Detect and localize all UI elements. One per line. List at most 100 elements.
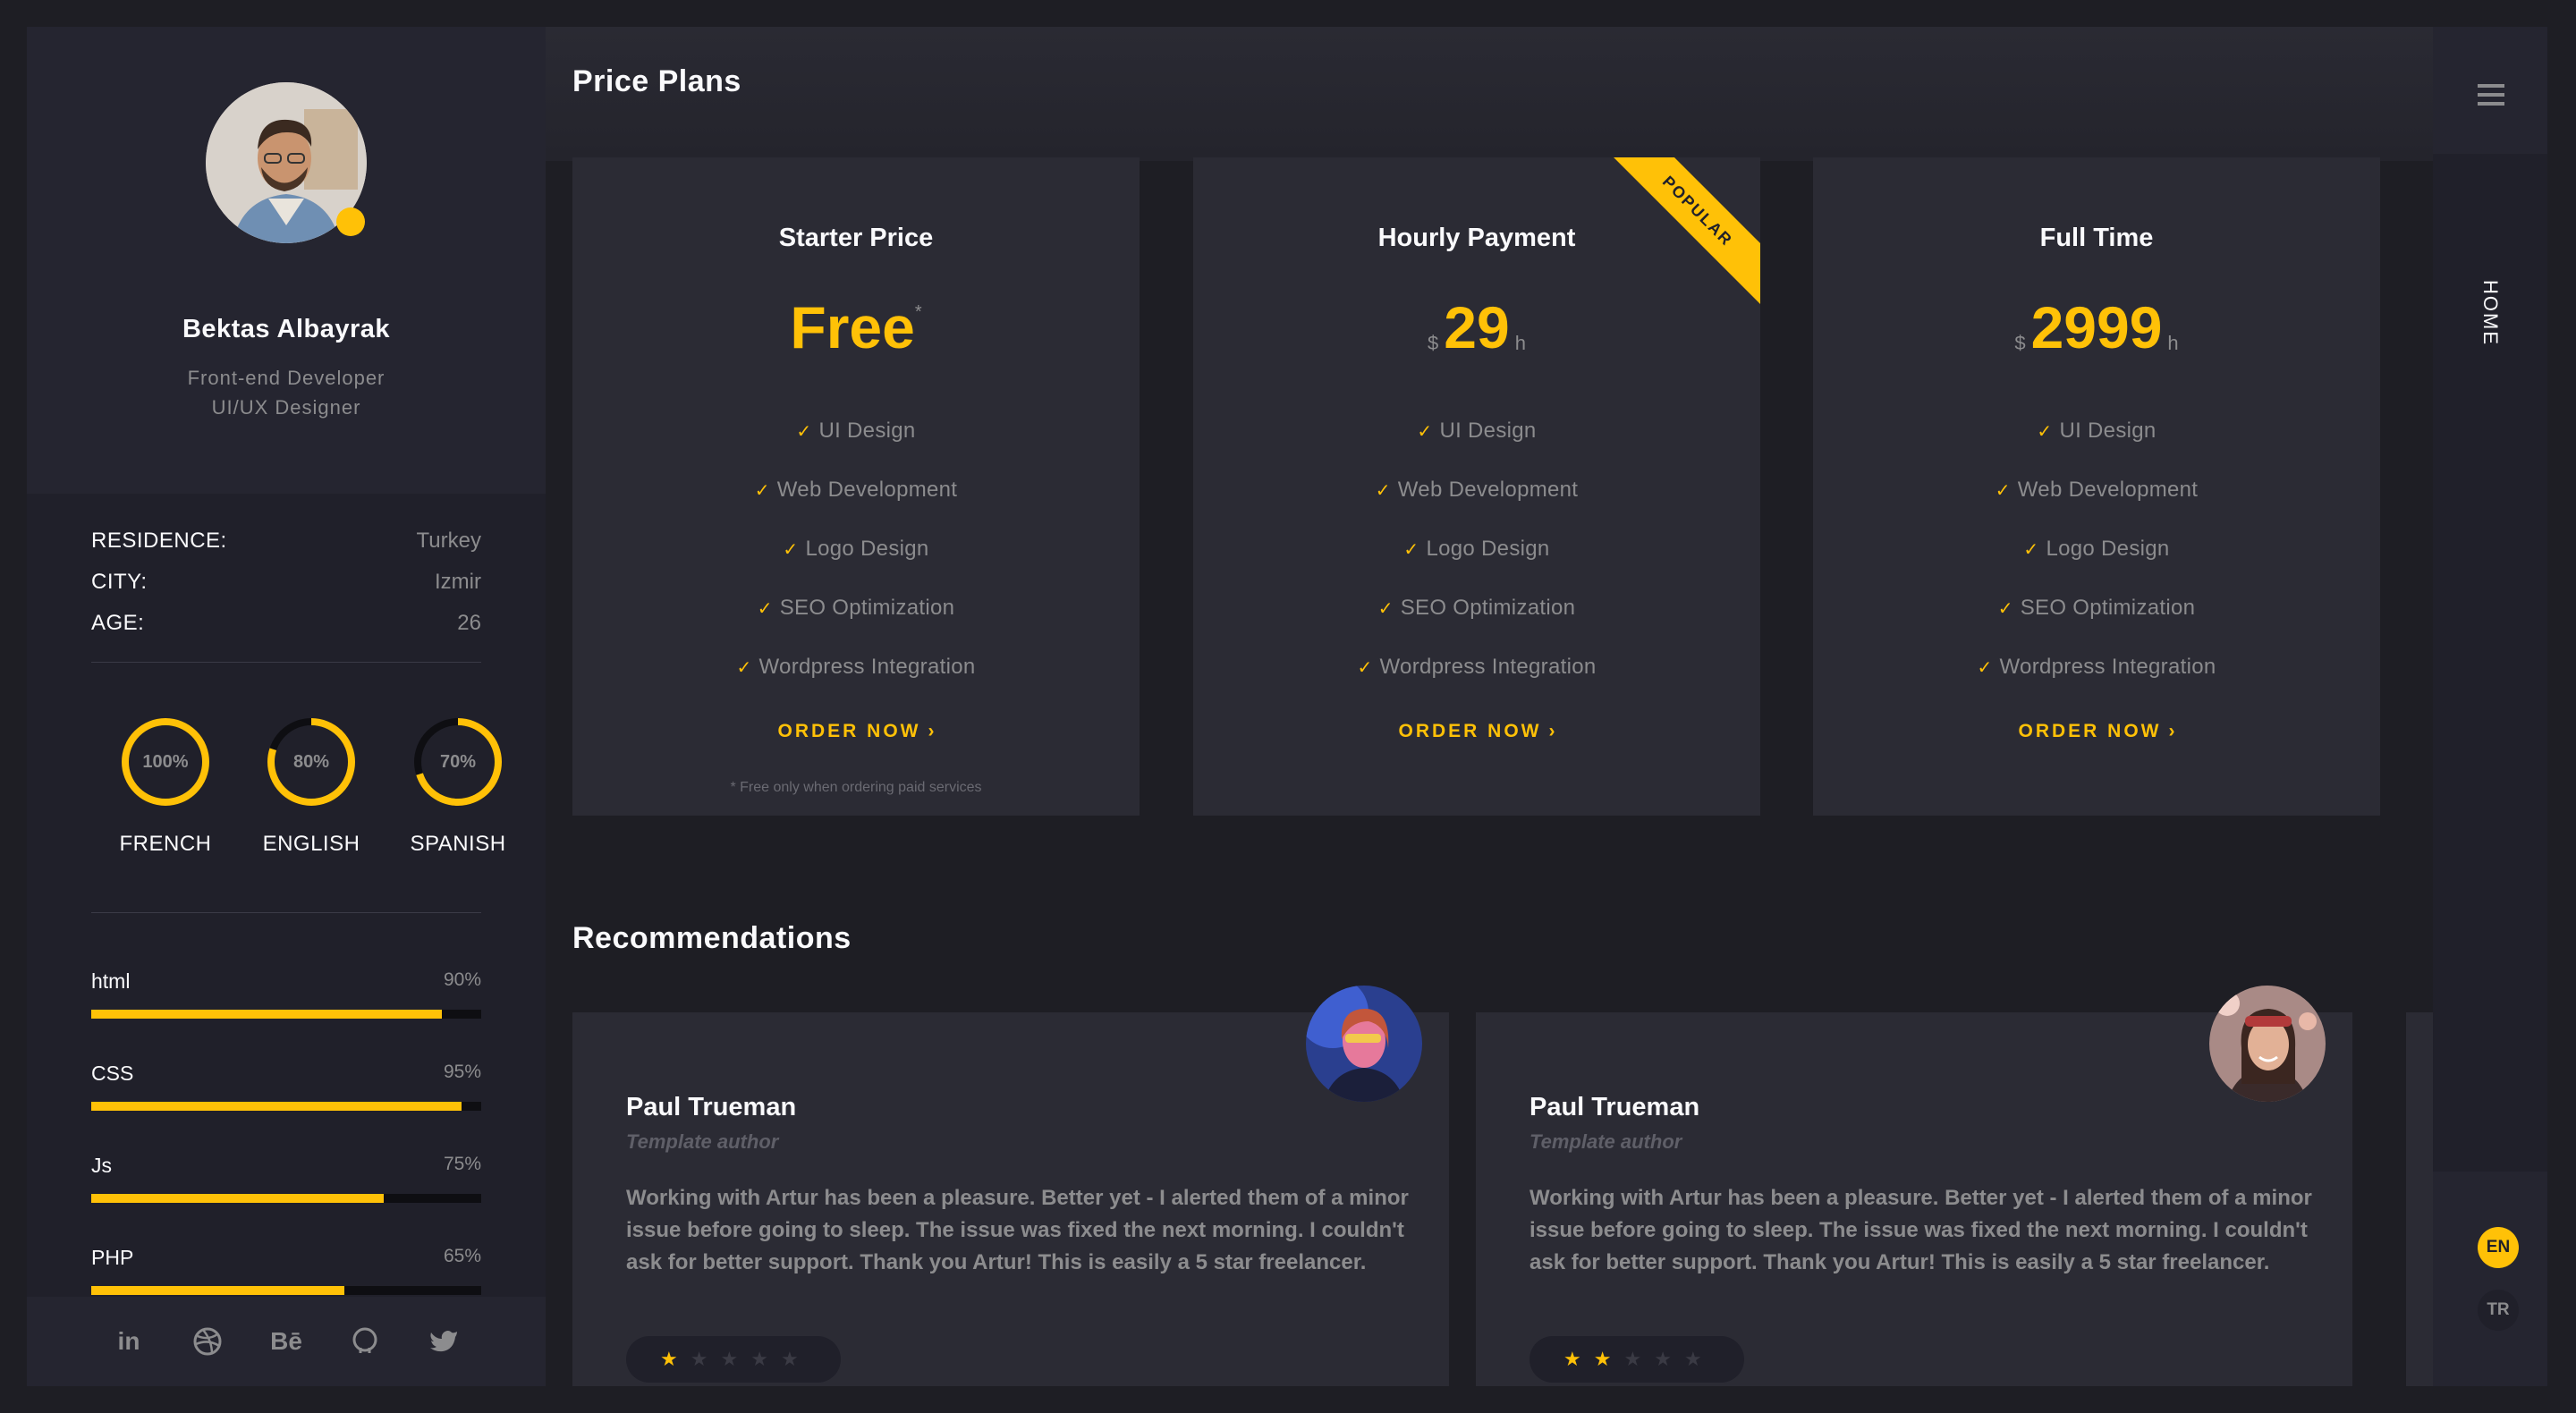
reviewer-name: Paul Trueman xyxy=(626,1093,797,1121)
check-icon: ✓ xyxy=(783,540,799,560)
background-banner xyxy=(546,27,2433,161)
order-now-button[interactable]: ORDER NOW › xyxy=(572,721,1140,742)
order-now-button[interactable]: ORDER NOW › xyxy=(1813,721,2380,742)
skill-name: Js xyxy=(91,1154,112,1177)
language-progress-ring: 100% xyxy=(119,715,212,808)
profile-avatar xyxy=(206,82,367,243)
info-key: AGE: xyxy=(91,611,145,635)
info-value: 26 xyxy=(457,611,481,635)
profile-role-line1: Front-end Developer xyxy=(187,367,386,389)
behance-icon[interactable]: Bē xyxy=(269,1324,303,1358)
price-card-fulltime: Full Time $2999 h ✓ UI Design ✓ Web Develop… xyxy=(1813,157,2380,816)
check-icon: ✓ xyxy=(1357,658,1373,678)
chevron-right-icon: › xyxy=(928,721,935,741)
price-card-hourly: POPULAR Hourly Payment $29 h ✓ UI Design ✓… xyxy=(1193,157,1760,816)
feature-item: ✓ Wordpress Integration xyxy=(736,655,976,679)
star-empty-icon: ★ xyxy=(750,1348,768,1370)
info-sidebar: Bektas Albayrak Front-end Developer UI/U… xyxy=(27,27,546,1386)
check-icon: ✓ xyxy=(1995,481,2011,501)
twitter-icon[interactable] xyxy=(427,1324,461,1358)
language-tr-button[interactable]: TR xyxy=(2478,1290,2519,1331)
price-plans-title: Price Plans xyxy=(572,64,741,98)
star-empty-icon: ★ xyxy=(720,1348,739,1370)
check-icon: ✓ xyxy=(2037,422,2053,442)
feature-item: ✓ Logo Design xyxy=(1403,537,1550,561)
feature-item: ✓ Web Development xyxy=(1995,478,2199,502)
reviewer-name: Paul Trueman xyxy=(1530,1093,1700,1121)
menu-bar-header xyxy=(2433,27,2547,154)
skill-bar xyxy=(91,1286,481,1295)
plan-title: Full Time xyxy=(2039,224,2154,252)
profile-header: Bektas Albayrak Front-end Developer UI/U… xyxy=(27,27,546,494)
star-filled-icon: ★ xyxy=(660,1348,678,1370)
price-asterisk: * xyxy=(914,302,922,322)
dribbble-icon[interactable] xyxy=(191,1324,225,1358)
feature-item: ✓ Wordpress Integration xyxy=(1357,655,1597,679)
info-value: Izmir xyxy=(435,570,481,594)
language-en-button[interactable]: EN xyxy=(2478,1227,2519,1268)
recommendation-text: Working with Artur has been a pleasure. … xyxy=(1530,1186,2312,1274)
plan-features: ✓ UI Design ✓ Web Development ✓ Logo Design… xyxy=(1193,419,1760,714)
skill-name: CSS xyxy=(91,1062,134,1085)
plan-price: $29 h xyxy=(1193,293,1760,361)
skill-bar-fill xyxy=(91,1010,443,1019)
star-empty-icon: ★ xyxy=(690,1348,708,1370)
divider xyxy=(91,662,481,663)
skill-js: Js 75% xyxy=(91,1154,481,1203)
star-filled-icon: ★ xyxy=(1593,1348,1612,1370)
feature-item: ✓ UI Design xyxy=(796,419,916,443)
recommendation-text: Working with Artur has been a pleasure. … xyxy=(626,1186,1409,1274)
language-name: ENGLISH xyxy=(262,832,360,856)
hamburger-menu-icon[interactable] xyxy=(2478,84,2504,106)
price-unit: h xyxy=(1514,332,1526,354)
language-progress-ring: 70% xyxy=(411,715,504,808)
price-currency: $ xyxy=(1428,332,1439,354)
language-progress-ring: 80% xyxy=(265,715,358,808)
skill-bar xyxy=(91,1010,481,1019)
recommendation-card-next-partial[interactable] xyxy=(2406,1012,2433,1386)
feature-item: ✓ UI Design xyxy=(1417,419,1537,443)
profile-name: Bektas Albayrak xyxy=(182,315,391,343)
skill-php: PHP 65% xyxy=(91,1246,481,1297)
skill-percent: 95% xyxy=(443,1062,481,1082)
app-frame: Bektas Albayrak Front-end Developer UI/U… xyxy=(27,27,2547,1386)
check-icon: ✓ xyxy=(1403,540,1419,560)
language-percent: 80% xyxy=(292,752,330,772)
feature-item: ✓ SEO Optimization xyxy=(1377,596,1576,620)
reviewer-subtitle: Template author xyxy=(626,1130,779,1153)
reviewer-avatar xyxy=(1306,986,1422,1102)
check-icon: ✓ xyxy=(796,422,812,442)
check-icon: ✓ xyxy=(1375,481,1391,501)
current-page-label[interactable]: HOME xyxy=(2479,280,2502,346)
chevron-right-icon: › xyxy=(2168,721,2175,741)
check-icon: ✓ xyxy=(2023,540,2039,560)
skill-percent: 90% xyxy=(443,969,481,990)
online-status-indicator xyxy=(336,207,365,236)
price-card-starter: Starter Price Free* ✓ UI Design ✓ Web Deve… xyxy=(572,157,1140,816)
order-now-button[interactable]: ORDER NOW › xyxy=(1193,721,1760,742)
plan-features: ✓ UI Design ✓ Web Development ✓ Logo Design… xyxy=(1813,419,2380,714)
github-icon[interactable] xyxy=(348,1324,382,1358)
feature-item: ✓ Web Development xyxy=(1375,478,1579,502)
language-name: SPANISH xyxy=(410,832,506,856)
plan-title: Starter Price xyxy=(778,224,934,252)
info-row-city: CITY: Izmir xyxy=(91,562,481,603)
feature-item: ✓ Logo Design xyxy=(783,537,929,561)
feature-item: ✓ Web Development xyxy=(754,478,958,502)
feature-item: ✓ Logo Design xyxy=(2023,537,2170,561)
recommendation-card[interactable]: Paul Trueman Template author Working wit… xyxy=(1476,986,2352,1386)
recommendation-card[interactable]: Paul Trueman Template author Working wit… xyxy=(572,986,1449,1386)
check-icon: ✓ xyxy=(1977,658,1993,678)
skill-bar-fill xyxy=(91,1102,462,1111)
info-key: CITY: xyxy=(91,570,148,594)
reviewer-subtitle: Template author xyxy=(1530,1130,1682,1153)
info-value: Turkey xyxy=(416,529,481,553)
skill-percent: 65% xyxy=(443,1246,481,1266)
info-key: RESIDENCE: xyxy=(91,529,227,553)
check-icon: ✓ xyxy=(1377,599,1394,619)
feature-item: ✓ UI Design xyxy=(2037,419,2157,443)
menu-bar: HOME EN TR xyxy=(2433,27,2547,1386)
linkedin-icon[interactable]: in xyxy=(112,1324,146,1358)
skill-bar xyxy=(91,1194,481,1203)
price-value: Free xyxy=(790,294,915,360)
